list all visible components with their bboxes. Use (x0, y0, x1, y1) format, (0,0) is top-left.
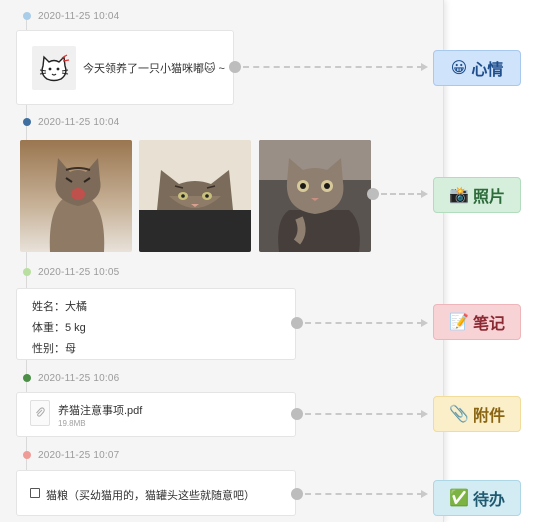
memo-icon: 📝 (449, 314, 469, 331)
connector-knob-photos[interactable] (367, 188, 379, 200)
camera-flash-icon: 📸 (449, 187, 469, 204)
tag-label-mood: 心情 (471, 62, 504, 79)
tag-todo[interactable]: ✅ 待办 (433, 480, 521, 516)
connector-arrow-attachment (421, 410, 428, 418)
attachment-filesize: 19.8MB (58, 419, 86, 428)
timeline-dot-mood (23, 12, 31, 20)
connector-line-attachment (305, 413, 423, 415)
connector-line-todo (305, 493, 423, 495)
tag-mood[interactable]: 😀 心情 (433, 50, 521, 86)
cat-photo-1[interactable] (20, 140, 132, 252)
note-line-weight: 体重：5 kg (32, 322, 86, 334)
cat-avatar (32, 46, 76, 90)
note-line-name: 姓名：大橘 (32, 301, 87, 313)
connector-knob-todo[interactable] (291, 488, 303, 500)
tag-photos[interactable]: 📸 照片 (433, 177, 521, 213)
grinning-face-icon: 😀 (450, 60, 468, 77)
tag-label-note: 笔记 (472, 316, 505, 333)
paperclip-emoji-icon: 📎 (449, 406, 469, 423)
connector-arrow-photos (421, 190, 428, 198)
timestamp-photos: 2020-11-25 10:04 (38, 117, 120, 128)
connector-arrow-todo (421, 490, 428, 498)
tag-attachment[interactable]: 📎 附件 (433, 396, 521, 432)
timestamp-attachment: 2020-11-25 10:06 (38, 373, 120, 384)
timestamp-todo: 2020-11-25 10:07 (38, 450, 120, 461)
connector-arrow-mood (421, 63, 428, 71)
attachment-filename[interactable]: 养猫注意事项.pdf (58, 402, 142, 418)
tag-label-photos: 照片 (472, 189, 505, 206)
connector-line-photos (381, 193, 423, 195)
timeline-dot-todo (23, 451, 31, 459)
timeline-dot-photos (23, 118, 31, 126)
connector-arrow-note (421, 319, 428, 327)
connector-knob-attachment[interactable] (291, 408, 303, 420)
cat-photo-2[interactable] (139, 140, 251, 252)
timestamp-note: 2020-11-25 10:05 (38, 267, 120, 278)
check-mark-button-icon: ✅ (449, 490, 469, 507)
todo-text: 猫粮（买幼猫用的，猫罐头这些就随意吧） (46, 490, 255, 502)
paperclip-icon (30, 400, 50, 426)
mood-text: 今天领养了一只小猫咪嘟🐱 ~ (83, 63, 225, 75)
connector-knob-mood[interactable] (229, 61, 241, 73)
tag-label-attachment: 附件 (472, 408, 505, 425)
cat-doodle-icon (39, 54, 70, 82)
timeline-dot-note (23, 268, 31, 276)
cat-photo-3[interactable] (259, 140, 371, 252)
todo-checkbox[interactable] (30, 488, 40, 498)
tag-label-todo: 待办 (472, 492, 505, 509)
timeline-dot-attachment (23, 374, 31, 382)
connector-line-note (305, 322, 423, 324)
connector-knob-note[interactable] (291, 317, 303, 329)
tag-note[interactable]: 📝 笔记 (433, 304, 521, 340)
timestamp-mood: 2020-11-25 10:04 (38, 11, 120, 22)
note-line-gender: 性别：母 (32, 343, 76, 355)
connector-line-mood (243, 66, 423, 68)
